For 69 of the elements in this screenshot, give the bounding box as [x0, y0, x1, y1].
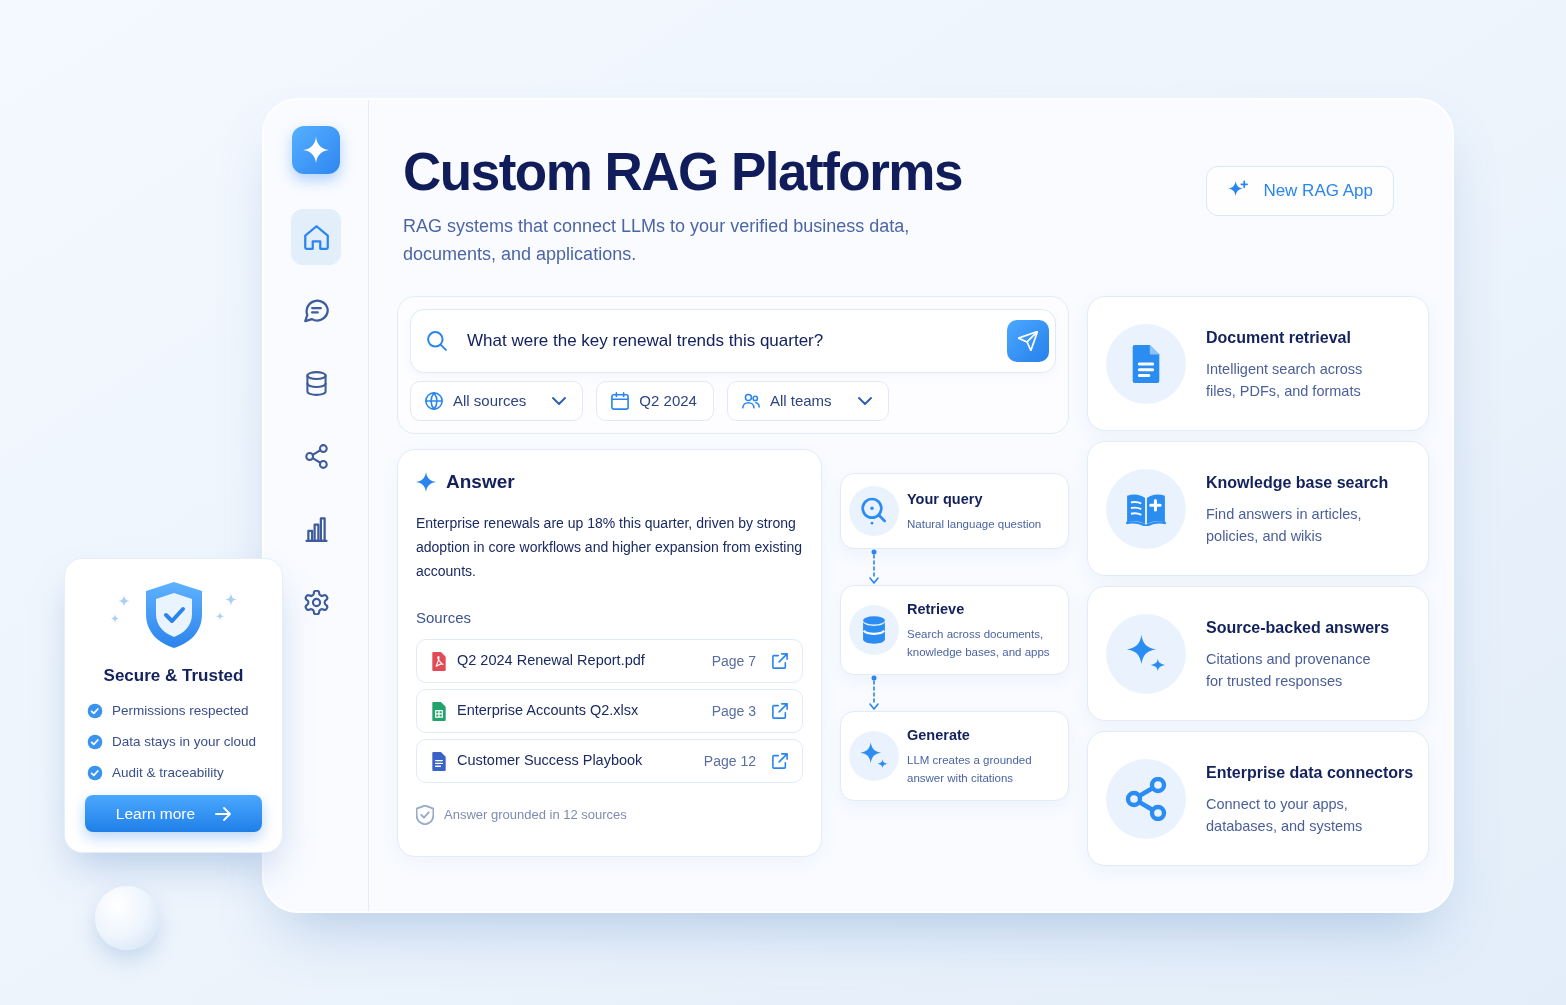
logo-icon	[292, 126, 340, 174]
database-icon	[303, 370, 329, 396]
calendar-icon	[611, 392, 630, 410]
search-icon	[427, 331, 447, 351]
page-number: Page 7	[711, 651, 756, 671]
feature-description: Intelligent search across files, PDFs, and formats	[1206, 359, 1364, 401]
grounding-note: Answer grounded in 12 sources	[444, 806, 627, 825]
share-icon	[303, 443, 329, 469]
database-icon	[849, 605, 899, 655]
step-description: Natural language question	[907, 517, 1043, 533]
chevron-down-icon	[552, 397, 567, 405]
feature-description: Citations and provenance for trusted responses	[1206, 649, 1372, 691]
step-title: Retrieve	[907, 599, 966, 619]
arrow-right-icon	[215, 806, 232, 821]
source-item[interactable]: Customer Success Playbook Page 12	[416, 739, 803, 783]
shield-check-icon	[416, 805, 434, 825]
trust-item: Data stays in your cloud	[112, 732, 257, 751]
step-title: Your query	[907, 489, 984, 509]
chat-bubble-icon	[303, 297, 329, 323]
feature-description: Connect to your apps, databases, and systems	[1206, 794, 1364, 836]
source-name: Q2 2024 Renewal Report.pdf	[457, 651, 646, 671]
filter-dropdown[interactable]: All sources	[410, 381, 584, 421]
feature-title: Document retrieval	[1206, 327, 1352, 348]
answer-text: Enterprise renewals are up 18% this quarter, driven by strong adoption in core workflows and higher expansion from existing accounts.	[416, 513, 803, 581]
settings-icon	[303, 589, 329, 615]
chevron-down-icon	[857, 397, 872, 405]
search-query: What were the key renewal trends this quarter?	[467, 330, 825, 353]
feature-title: Enterprise data connectors	[1206, 762, 1414, 783]
page-subtitle: RAG systems that connect LLMs to your verified business data, documents, and applications.	[403, 215, 911, 266]
flow-arrow	[868, 675, 880, 711]
new-app-button[interactable]: New RAG App	[1206, 166, 1394, 216]
sparkle-icon	[416, 472, 436, 493]
spreadsheet-file-icon	[431, 700, 447, 722]
people-icon	[741, 392, 760, 410]
feature-description: Find answers in articles, policies, and wikis	[1206, 504, 1363, 546]
send-button[interactable]	[1007, 320, 1049, 362]
search-field[interactable]: What were the key renewal trends this quarter?	[410, 309, 1056, 373]
external-link-icon	[772, 653, 788, 669]
page-title: Custom RAG Platforms	[403, 141, 963, 203]
document-file-icon	[431, 750, 447, 772]
trust-item: Permissions respected	[112, 701, 249, 720]
step-title: Generate	[907, 725, 971, 745]
source-item[interactable]: Enterprise Accounts Q2.xlsx Page 3	[416, 689, 803, 733]
magnifier-icon	[849, 486, 899, 536]
filter-dropdown[interactable]: Q2 2024	[596, 381, 714, 421]
page-number: Page 3	[711, 701, 756, 721]
sidebar-item[interactable]	[291, 209, 341, 265]
trust-title: Secure & Trusted	[103, 665, 244, 687]
source-name: Enterprise Accounts Q2.xlsx	[457, 701, 640, 721]
home-icon	[303, 224, 329, 250]
sparkles-icon	[849, 731, 899, 781]
step-description: LLM creates a grounded answer with citations	[907, 753, 1033, 787]
filter-dropdown[interactable]: All teams	[726, 381, 889, 421]
feature-title: Source-backed answers	[1206, 617, 1390, 638]
flow-arrow	[868, 549, 880, 585]
trust-item: Audit & traceability	[112, 764, 224, 782]
source-name: Customer Success Playbook	[457, 751, 644, 771]
bar-chart-icon	[303, 516, 329, 542]
pdf-file-icon	[431, 650, 447, 672]
answer-title: Answer	[446, 470, 515, 494]
source-item[interactable]: Q2 2024 Renewal Report.pdf Page 7	[416, 639, 803, 683]
send-icon	[1018, 331, 1038, 351]
external-link-icon	[772, 753, 788, 769]
step-description: Search across documents, knowledge bases, and apps	[907, 627, 1051, 661]
sources-label: Sources	[416, 607, 473, 628]
page-number: Page 12	[703, 751, 756, 771]
external-link-icon	[772, 703, 788, 719]
globe-icon	[425, 392, 443, 410]
feature-title: Knowledge base search	[1206, 472, 1389, 493]
